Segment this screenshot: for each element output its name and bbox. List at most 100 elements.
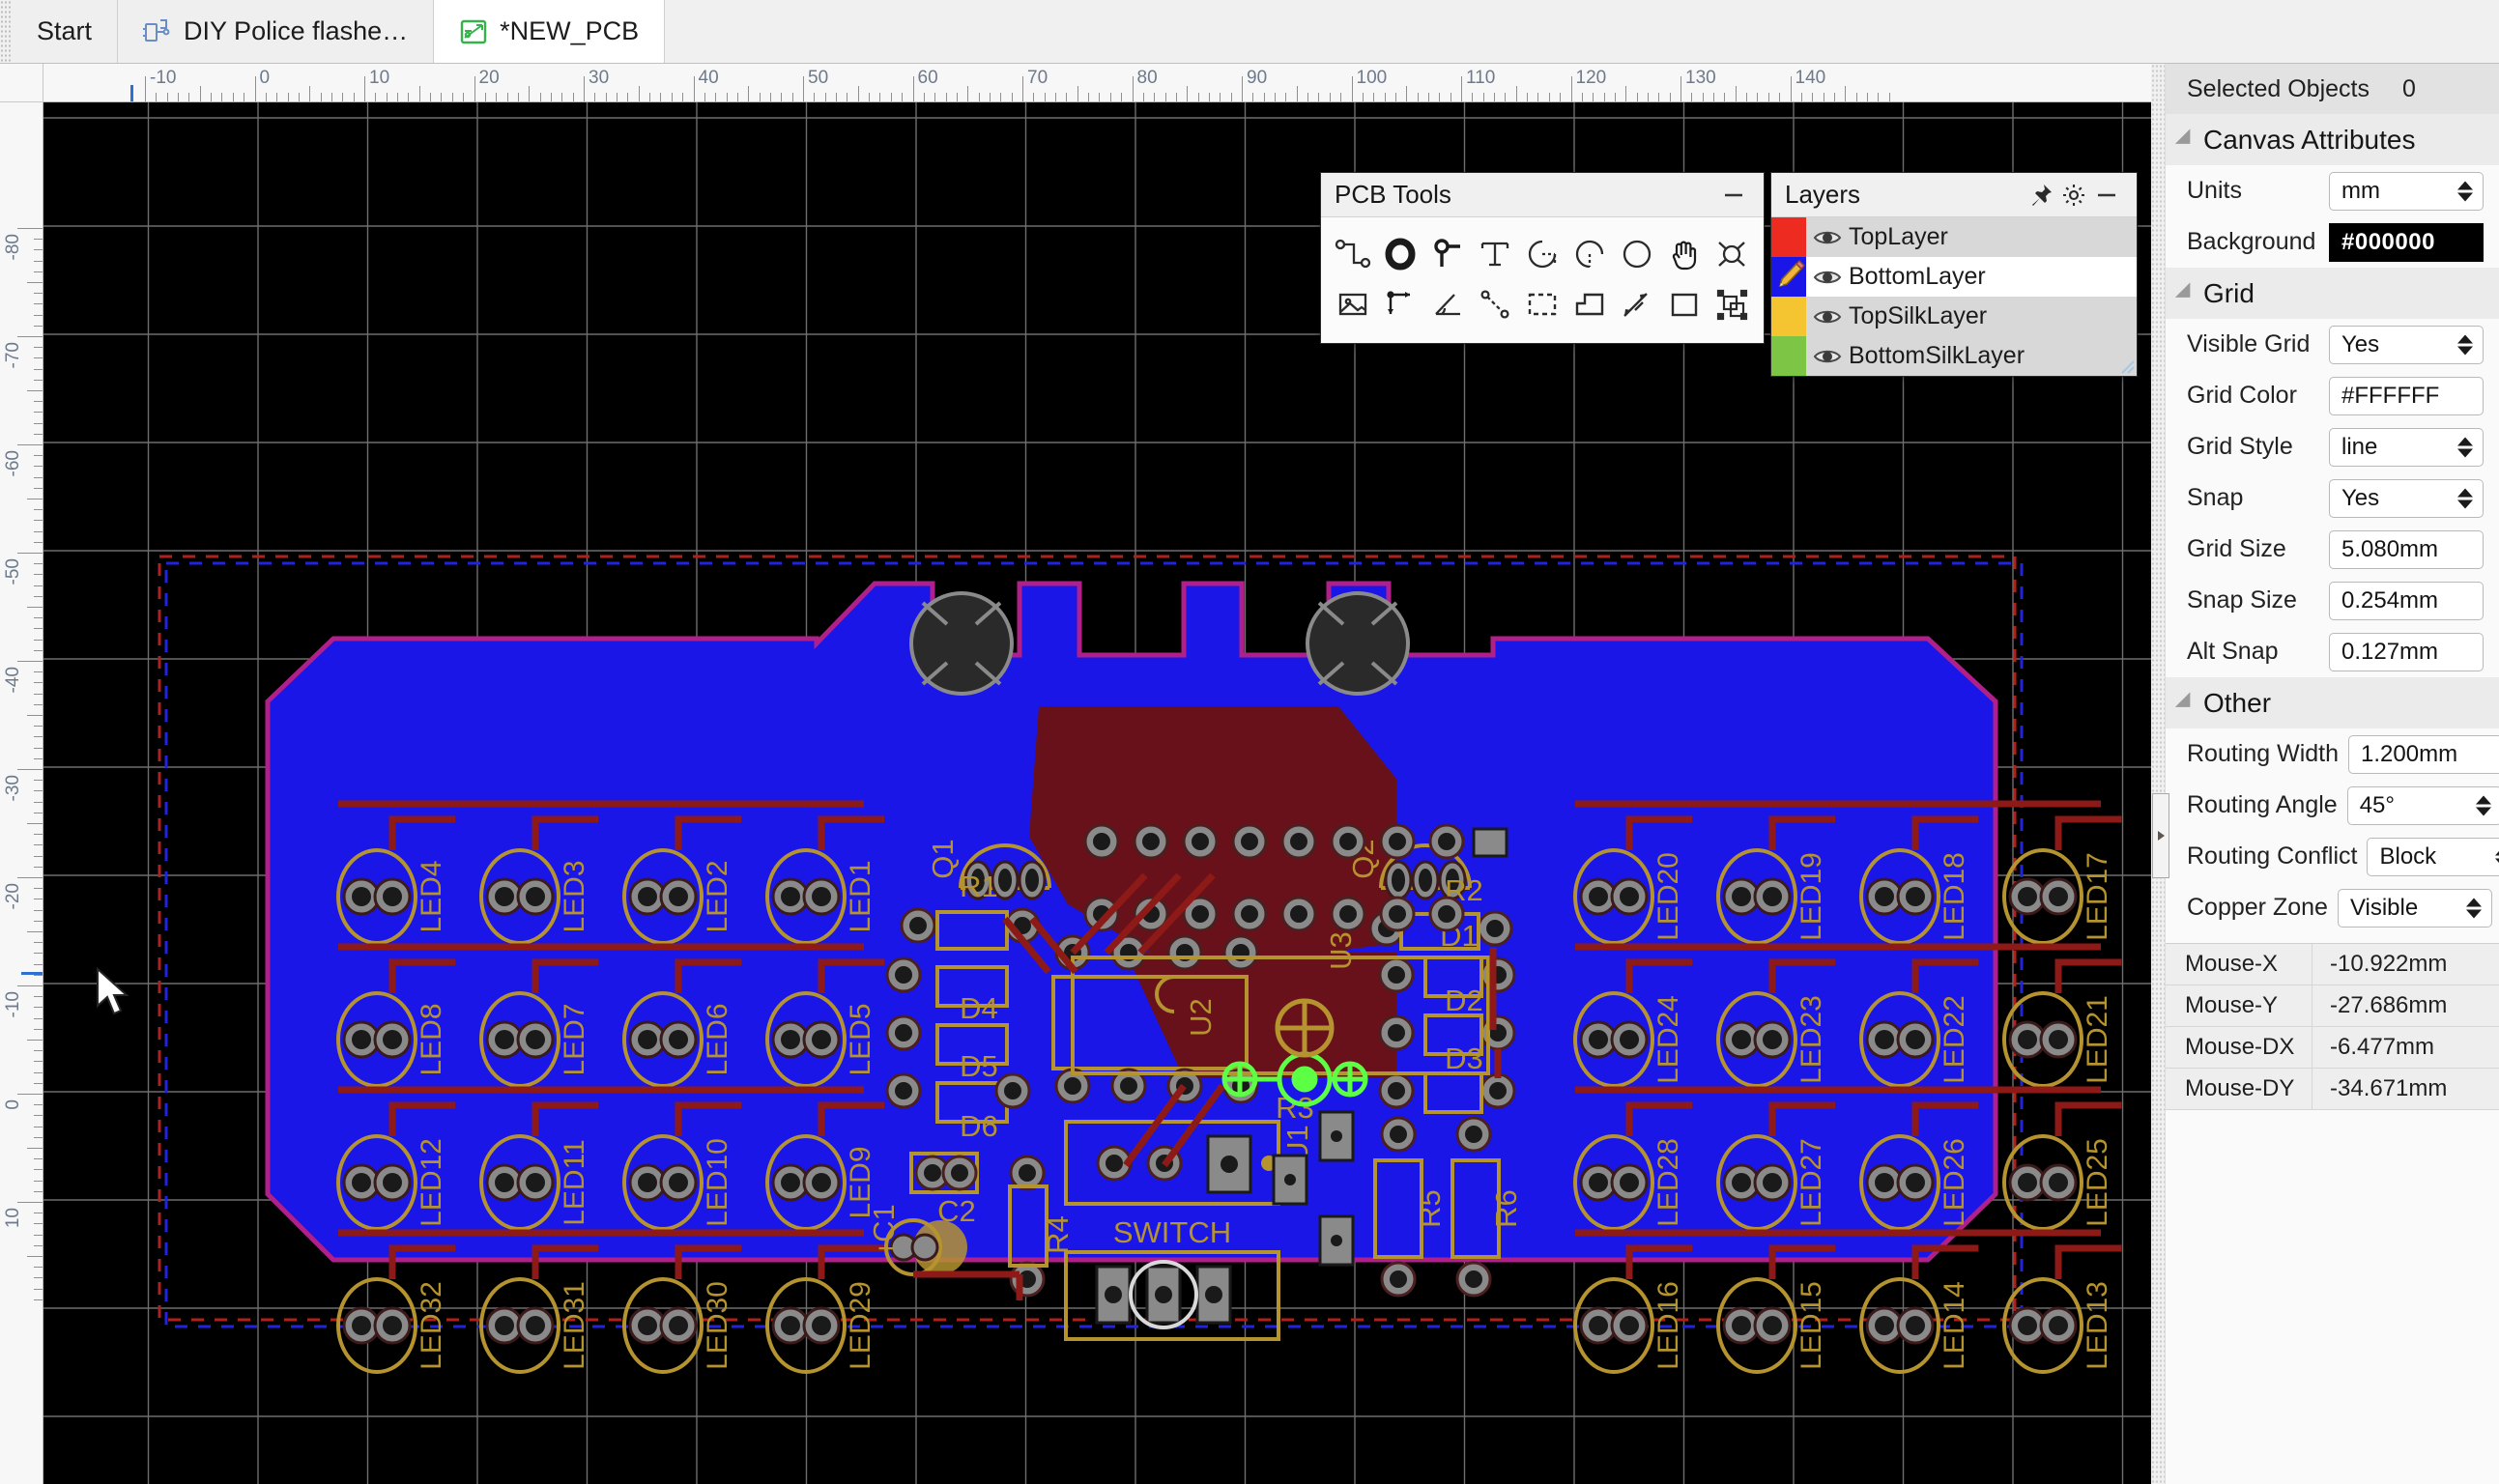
spinner-arrows-icon[interactable] xyxy=(2475,795,2491,815)
property-input[interactable]: #FFFFFF xyxy=(2329,376,2484,415)
pin-icon[interactable] xyxy=(2025,179,2057,212)
eye-icon[interactable] xyxy=(1806,307,1849,327)
eye-icon[interactable] xyxy=(1806,268,1849,287)
pad[interactable] xyxy=(1083,823,1120,860)
led-footprint[interactable] xyxy=(1716,1277,1797,1374)
spinner-arrows-icon[interactable] xyxy=(2457,488,2473,508)
smd-pad[interactable] xyxy=(1272,1154,1308,1206)
track-icon[interactable] xyxy=(1329,229,1376,279)
led-footprint[interactable] xyxy=(2002,991,2083,1088)
pad[interactable] xyxy=(1378,1014,1415,1051)
property-select[interactable]: 45° xyxy=(2346,785,2499,825)
arc-3point-icon[interactable] xyxy=(1518,229,1565,279)
pad[interactable] xyxy=(900,907,936,944)
group-select-icon[interactable] xyxy=(1709,279,1756,329)
resize-grip-icon[interactable] xyxy=(2117,357,2135,374)
dimension-icon[interactable] xyxy=(1614,279,1661,329)
gear-icon[interactable] xyxy=(2057,179,2090,212)
pad[interactable] xyxy=(1280,823,1317,860)
axis-icon[interactable] xyxy=(1376,279,1423,329)
layers-header[interactable]: Layers xyxy=(1771,173,2137,217)
smd-pad[interactable] xyxy=(1318,1110,1355,1162)
led-footprint[interactable] xyxy=(2002,1277,2083,1374)
layer-row-toplayer[interactable]: TopLayer xyxy=(1771,217,2137,257)
property-group-grid[interactable]: Grid xyxy=(2166,268,2499,319)
pad[interactable] xyxy=(1455,1261,1492,1298)
pad[interactable] xyxy=(1455,1116,1492,1153)
pad[interactable] xyxy=(1330,823,1366,860)
pad[interactable] xyxy=(941,1155,978,1191)
pad[interactable] xyxy=(885,1014,922,1051)
tab-start[interactable]: Start xyxy=(12,0,119,63)
pad[interactable] xyxy=(1231,896,1268,932)
pad[interactable] xyxy=(885,1072,922,1109)
spinner-arrows-icon[interactable] xyxy=(2457,437,2473,457)
pad[interactable] xyxy=(1379,823,1416,860)
property-group-canvas-attributes[interactable]: Canvas Attributes xyxy=(2166,114,2499,165)
minimize-icon[interactable] xyxy=(2090,179,2123,212)
spinner-arrows-icon[interactable] xyxy=(2495,846,2499,867)
minimize-icon[interactable] xyxy=(1717,179,1750,212)
polyline-icon[interactable] xyxy=(1471,279,1518,329)
led-footprint[interactable] xyxy=(1573,1277,1654,1374)
rect-icon[interactable] xyxy=(1661,279,1709,329)
spinner-arrows-icon[interactable] xyxy=(2457,334,2473,355)
image-icon[interactable] xyxy=(1329,279,1376,329)
property-select[interactable]: Yes xyxy=(2329,325,2484,364)
pad[interactable] xyxy=(1231,823,1268,860)
pad[interactable] xyxy=(1378,956,1415,993)
property-input[interactable]: 5.080mm xyxy=(2329,529,2484,569)
pad[interactable] xyxy=(994,1072,1031,1109)
property-input[interactable]: 0.254mm xyxy=(2329,581,2484,620)
text-icon[interactable] xyxy=(1471,229,1518,279)
pad[interactable] xyxy=(1379,896,1416,932)
circle-icon[interactable] xyxy=(1614,229,1661,279)
solid-region-icon[interactable] xyxy=(1566,279,1614,329)
pad[interactable] xyxy=(1222,934,1259,971)
vertical-ruler[interactable]: -80 -70 -60 -50 -40 -30 -20 -10 0 10 xyxy=(0,102,43,1484)
hand-pan-icon[interactable] xyxy=(1661,229,1709,279)
property-select[interactable]: Visible xyxy=(2337,888,2492,928)
property-group-other[interactable]: Other xyxy=(2166,677,2499,728)
spinner-arrows-icon[interactable] xyxy=(2465,898,2482,918)
led-footprint[interactable] xyxy=(622,1277,704,1374)
angle-icon[interactable] xyxy=(1423,279,1471,329)
pad[interactable] xyxy=(1479,1072,1516,1109)
property-input[interactable]: #000000 xyxy=(2329,222,2484,262)
pad[interactable] xyxy=(1378,1072,1415,1109)
layer-color-swatch[interactable] xyxy=(1771,257,1806,297)
pad[interactable] xyxy=(1380,1261,1417,1298)
layer-row-bottomsilklayer[interactable]: BottomSilkLayer xyxy=(1771,336,2137,376)
pad[interactable] xyxy=(1009,1261,1046,1298)
property-select[interactable]: mm xyxy=(2329,171,2484,211)
pad-icon[interactable] xyxy=(1376,229,1423,279)
pcb-tools-header[interactable]: PCB Tools xyxy=(1321,173,1764,217)
horizontal-ruler[interactable]: -10 0 10 20 30 40 50 60 70 80 90 100 110 120 130 140 xyxy=(43,64,2151,102)
collapse-panel-button[interactable] xyxy=(2152,793,2169,878)
tab-diy-police-flasher[interactable]: DIY Police flashe… xyxy=(118,0,435,63)
pad[interactable] xyxy=(885,956,922,993)
pad[interactable] xyxy=(1330,896,1366,932)
layer-color-swatch[interactable] xyxy=(1771,297,1806,336)
pad[interactable] xyxy=(1182,823,1219,860)
smd-pad[interactable] xyxy=(1318,1214,1355,1267)
layer-color-swatch[interactable] xyxy=(1771,217,1806,257)
pad[interactable] xyxy=(1280,896,1317,932)
property-select[interactable]: Yes xyxy=(2329,478,2484,518)
panel-divider[interactable] xyxy=(2151,64,2169,1484)
layer-row-topsilklayer[interactable]: TopSilkLayer xyxy=(1771,297,2137,336)
hole-icon[interactable] xyxy=(1709,229,1756,279)
layer-row-bottomlayer[interactable]: BottomLayer xyxy=(1771,257,2137,297)
via-icon[interactable] xyxy=(1423,229,1471,279)
eye-icon[interactable] xyxy=(1806,228,1849,247)
eye-icon[interactable] xyxy=(1806,347,1849,366)
pad[interactable] xyxy=(1380,1116,1417,1153)
property-input[interactable]: 0.127mm xyxy=(2329,632,2484,671)
layer-color-swatch[interactable] xyxy=(1771,336,1806,376)
pad[interactable] xyxy=(1166,934,1203,971)
pad[interactable] xyxy=(1133,823,1169,860)
led-footprint[interactable] xyxy=(1859,1277,1940,1374)
tab-new-pcb[interactable]: *NEW_PCB xyxy=(434,0,666,63)
property-select[interactable]: line xyxy=(2329,427,2484,467)
pad[interactable] xyxy=(1428,823,1465,860)
